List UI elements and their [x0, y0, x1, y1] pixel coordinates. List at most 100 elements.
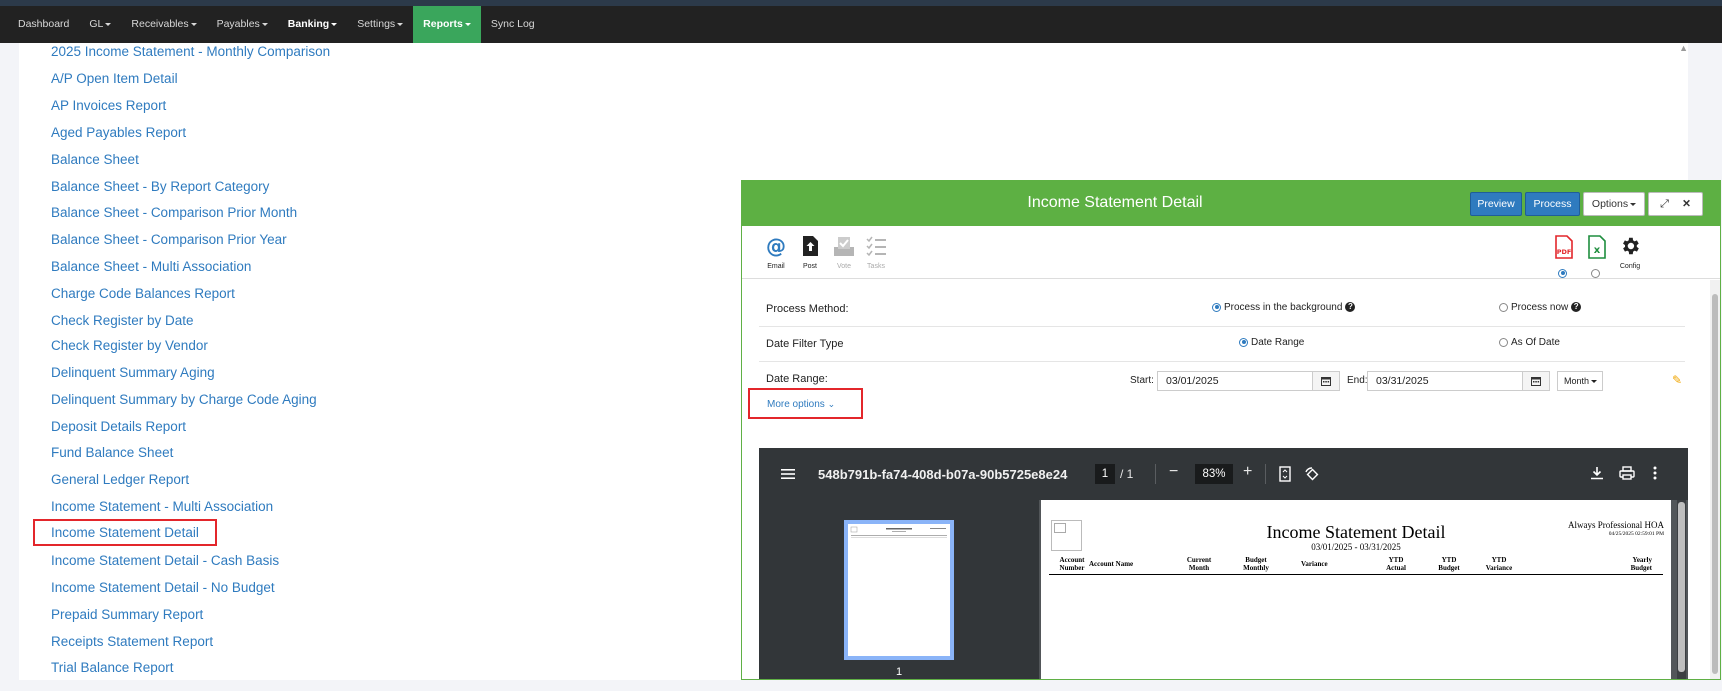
report-link[interactable]: Aged Payables Report [51, 125, 186, 140]
report-link[interactable]: AP Invoices Report [51, 98, 166, 113]
period-dropdown[interactable]: Month [1557, 371, 1603, 391]
zoom-in-icon[interactable]: + [1243, 463, 1252, 481]
start-label: Start: [1130, 375, 1154, 386]
scroll-up-icon[interactable]: ▲ [1679, 43, 1688, 53]
radio-checked[interactable] [1212, 302, 1221, 312]
nav-receivables[interactable]: Receivables [121, 6, 206, 43]
nav-gl[interactable]: GL [79, 6, 121, 43]
date-filter-type-row: Date Filter Type Date Range As Of Date [759, 327, 1685, 362]
pencil-icon[interactable]: ✎ [1672, 373, 1682, 387]
post-tool[interactable]: Post [793, 235, 827, 270]
toolbar-divider [1155, 464, 1156, 484]
start-calendar-button[interactable] [1312, 371, 1340, 391]
document-date-range: 03/01/2025 - 03/31/2025 [1311, 542, 1401, 552]
svg-text:PDF: PDF [1557, 248, 1572, 256]
report-link-income-statement-detail[interactable]: Income Statement Detail [33, 519, 217, 546]
fit-page-icon[interactable] [1279, 466, 1291, 482]
process-now-option[interactable]: Process now? [1499, 302, 1582, 313]
column-header: Account Number [1059, 556, 1085, 572]
excel-format-radio[interactable] [1591, 268, 1600, 278]
vote-icon [834, 237, 854, 256]
report-link[interactable]: Check Register by Vendor [51, 338, 208, 353]
report-link[interactable]: Receipts Statement Report [51, 634, 213, 649]
download-icon[interactable] [1590, 466, 1604, 480]
rotate-icon[interactable] [1304, 466, 1320, 482]
report-link[interactable]: Balance Sheet [51, 152, 139, 167]
report-link[interactable]: 2025 Income Statement - Monthly Comparis… [51, 44, 330, 59]
report-link[interactable]: Charge Code Balances Report [51, 286, 235, 301]
pdf-format-option[interactable]: PDF [1547, 235, 1581, 282]
more-options-link[interactable]: More options ⌄ [748, 388, 863, 419]
as-of-date-option[interactable]: As Of Date [1499, 337, 1560, 348]
nav-sync-log[interactable]: Sync Log [481, 6, 545, 43]
report-link[interactable]: Fund Balance Sheet [51, 445, 173, 460]
zoom-input[interactable]: 83% [1195, 464, 1233, 484]
column-header: Variance [1301, 560, 1328, 568]
process-background-option[interactable]: Process in the background? [1212, 302, 1356, 313]
caret-down-icon [397, 22, 404, 26]
nav-settings[interactable]: Settings [347, 6, 413, 43]
report-link[interactable]: Delinquent Summary by Charge Code Aging [51, 392, 317, 407]
modal-scrollbar[interactable] [1710, 280, 1720, 679]
report-link[interactable]: Balance Sheet - Comparison Prior Month [51, 205, 297, 220]
post-label: Post [802, 263, 817, 270]
preview-button[interactable]: Preview [1470, 192, 1522, 216]
column-header: Yearly Budget [1630, 556, 1652, 572]
pdf-scrollbar[interactable] [1677, 500, 1686, 679]
process-button[interactable]: Process [1525, 192, 1580, 216]
nav-reports[interactable]: Reports [413, 6, 481, 43]
help-icon[interactable]: ? [1571, 302, 1582, 313]
tasks-tool[interactable]: Tasks [859, 235, 893, 270]
report-link[interactable]: Delinquent Summary Aging [51, 365, 215, 380]
modal-toolbar: @ Email Post Vote Tasks PDF x Config [742, 226, 1720, 279]
email-tool[interactable]: @ Email [759, 234, 793, 270]
help-icon[interactable]: ? [1345, 302, 1356, 313]
report-link[interactable]: Balance Sheet - Multi Association [51, 259, 251, 274]
zoom-out-icon[interactable]: − [1169, 463, 1178, 481]
report-link[interactable]: Balance Sheet - Comparison Prior Year [51, 232, 287, 247]
page-number-input[interactable]: 1 [1095, 464, 1115, 484]
email-icon: @ [766, 234, 786, 258]
caret-down-icon [190, 22, 197, 26]
config-label: Config [1619, 263, 1641, 270]
more-vert-icon[interactable] [1653, 466, 1657, 480]
options-button[interactable]: Options [1583, 192, 1645, 216]
pdf-format-radio[interactable] [1558, 268, 1567, 278]
report-link[interactable]: Trial Balance Report [51, 660, 174, 675]
report-link[interactable]: Income Statement - Multi Association [51, 499, 273, 514]
nav-payables[interactable]: Payables [207, 6, 278, 43]
radio-unchecked[interactable] [1499, 337, 1508, 347]
radio-unchecked[interactable] [1499, 302, 1508, 312]
end-label: End: [1347, 375, 1368, 386]
report-link[interactable]: Balance Sheet - By Report Category [51, 179, 269, 194]
excel-format-option[interactable]: x [1580, 235, 1614, 282]
report-link[interactable]: Prepaid Summary Report [51, 607, 203, 622]
process-method-label: Process Method: [766, 303, 849, 315]
start-date-input[interactable]: 03/01/2025 [1157, 371, 1313, 391]
report-link[interactable]: General Ledger Report [51, 472, 189, 487]
caret-down-icon [464, 22, 471, 26]
nav-dashboard[interactable]: Dashboard [8, 6, 79, 43]
more-options-label: More options [767, 399, 825, 410]
report-link[interactable]: A/P Open Item Detail [51, 71, 178, 86]
end-calendar-button[interactable] [1522, 371, 1550, 391]
vote-tool[interactable]: Vote [827, 235, 861, 270]
page-bottom [0, 680, 1722, 691]
calendar-icon [1321, 377, 1331, 386]
end-date-input[interactable]: 03/31/2025 [1367, 371, 1523, 391]
report-link[interactable]: Deposit Details Report [51, 419, 186, 434]
modal-header: Income Statement Detail Preview Process … [742, 180, 1720, 226]
radio-checked[interactable] [1239, 337, 1248, 347]
close-icon[interactable]: ✕ [1676, 193, 1698, 215]
report-link[interactable]: Income Statement Detail - No Budget [51, 580, 275, 595]
config-tool[interactable]: Config [1613, 235, 1647, 270]
nav-banking[interactable]: Banking [278, 6, 347, 43]
date-range-option[interactable]: Date Range [1239, 337, 1304, 348]
menu-icon[interactable] [781, 468, 795, 480]
page-thumbnail[interactable] [844, 520, 954, 660]
vote-label: Vote [836, 263, 851, 270]
report-link[interactable]: Check Register by Date [51, 313, 194, 328]
print-icon[interactable] [1619, 466, 1635, 480]
expand-icon[interactable]: ⤢ [1654, 193, 1676, 215]
report-link[interactable]: Income Statement Detail - Cash Basis [51, 553, 279, 568]
